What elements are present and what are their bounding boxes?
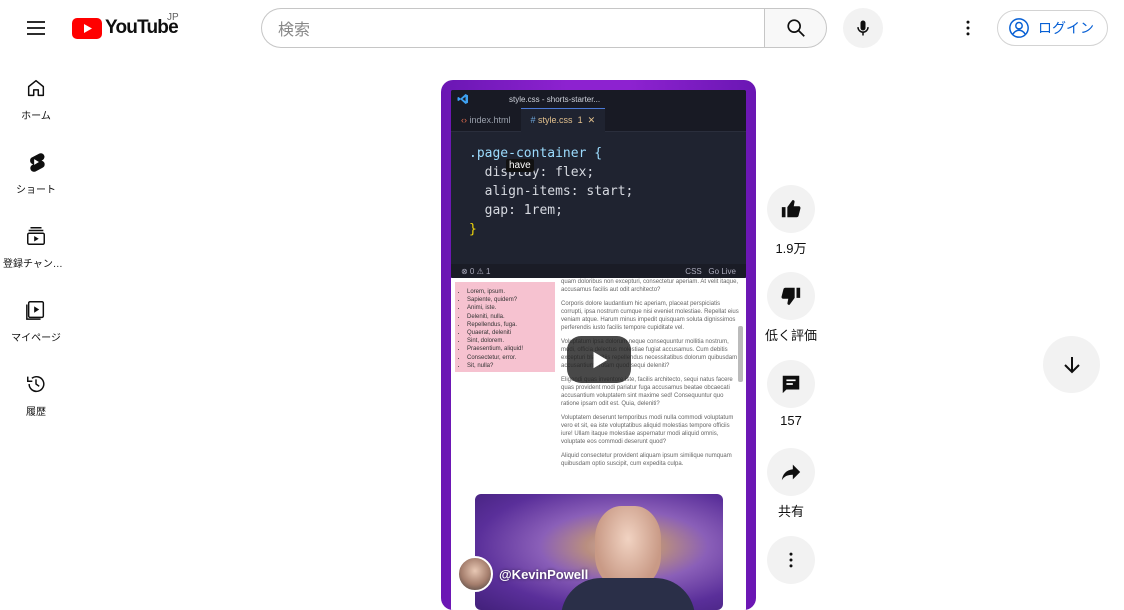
channel-avatar[interactable] bbox=[457, 556, 493, 592]
css-code-block: .page-container { display: flex; align-i… bbox=[469, 144, 633, 239]
code-line: gap: 1rem; bbox=[469, 203, 563, 218]
guide-menu-button[interactable] bbox=[20, 12, 52, 44]
search-button[interactable] bbox=[764, 8, 827, 48]
list-item: Quaerat, deleniti bbox=[467, 329, 551, 337]
code-line: align-items: start; bbox=[469, 184, 634, 199]
video-caption: have bbox=[506, 159, 534, 172]
list-item: Deleniti, nulla. bbox=[467, 313, 551, 321]
more-vertical-icon bbox=[789, 552, 793, 568]
paragraph: Corporis dolore laudantium hic aperiam, … bbox=[561, 301, 739, 331]
youtube-logo[interactable]: YouTube bbox=[72, 16, 179, 40]
list-item: Repellendus, fuga. bbox=[467, 321, 551, 329]
microphone-icon bbox=[857, 20, 869, 36]
more-actions-button[interactable] bbox=[767, 536, 815, 584]
list-item: Sint, dolorem. bbox=[467, 337, 551, 345]
like-count: 1.9万 bbox=[775, 241, 807, 256]
account-circle-icon bbox=[1009, 18, 1029, 38]
list-item: Consectetur, error. bbox=[467, 354, 551, 362]
channel-link[interactable]: @KevinPowell bbox=[457, 556, 588, 592]
list-item: Animi, iste. bbox=[467, 304, 551, 312]
masthead: YouTube JP 検索 ログイン bbox=[0, 0, 1124, 56]
thumbs-up-icon bbox=[781, 200, 801, 218]
shorts-icon bbox=[24, 150, 48, 174]
channel-name[interactable]: @KevinPowell bbox=[499, 567, 588, 582]
go-live-label: Go Live bbox=[708, 266, 736, 276]
language-mode: CSS bbox=[685, 266, 702, 276]
comments-action: 157 bbox=[767, 360, 815, 428]
sidebar-item-shorts[interactable]: ショート bbox=[0, 130, 72, 202]
more-actions bbox=[767, 536, 815, 584]
editor-tab-style-css: # style.css 1 ✕ bbox=[520, 107, 606, 132]
login-label: ログイン bbox=[1038, 20, 1094, 36]
page-scrollbar bbox=[738, 326, 743, 382]
sidebar-item-label: ホーム bbox=[21, 111, 51, 122]
comment-count: 157 bbox=[780, 413, 802, 428]
paragraph: quam doloribus non excepturi, consectetu… bbox=[561, 279, 739, 293]
like-action: 1.9万 bbox=[767, 185, 815, 257]
search-input[interactable]: 検索 bbox=[261, 8, 764, 48]
thumbs-down-icon bbox=[781, 287, 801, 305]
list-item: Praesentium, aliquid! bbox=[467, 345, 551, 353]
video-frame-code-editor: style.css - shorts-starter... ‹› index.h… bbox=[451, 90, 746, 278]
share-arrow-icon bbox=[781, 464, 801, 481]
sidebar-item-history[interactable]: 履歴 bbox=[0, 352, 72, 424]
sidebar-item-library[interactable]: マイページ bbox=[0, 278, 72, 350]
code-line: .page-container { bbox=[469, 146, 603, 161]
sidebar-item-label: マイページ bbox=[11, 333, 61, 344]
comments-button[interactable] bbox=[767, 360, 815, 408]
list-item: Lorem, ipsum. bbox=[467, 288, 551, 296]
settings-menu-button[interactable] bbox=[952, 12, 984, 44]
hamburger-icon bbox=[27, 21, 45, 35]
like-button[interactable] bbox=[767, 185, 815, 233]
voice-search-button[interactable] bbox=[843, 8, 883, 48]
search-icon bbox=[786, 19, 805, 37]
sidebar-item-label: 登録チャンネル bbox=[3, 259, 69, 270]
youtube-play-logo-icon bbox=[72, 17, 102, 39]
sidebar-item-subscriptions[interactable]: 登録チャンネル bbox=[0, 204, 72, 276]
editor-status-bar: ⊗ 0 ⚠ 1 CSS Go Live bbox=[451, 264, 746, 278]
comment-icon bbox=[782, 375, 800, 394]
library-icon bbox=[24, 298, 48, 322]
next-video-button[interactable] bbox=[1043, 336, 1100, 393]
home-icon bbox=[24, 76, 48, 100]
paragraph: Voluptatem deserunt temporibus modi null… bbox=[561, 415, 734, 445]
sidebar-item-home[interactable]: ホーム bbox=[0, 56, 72, 128]
share-button[interactable] bbox=[767, 448, 815, 496]
sidebar-item-label: 履歴 bbox=[26, 407, 46, 418]
vscode-logo-icon bbox=[457, 94, 468, 104]
play-icon bbox=[593, 351, 608, 368]
region-code: JP bbox=[167, 12, 179, 23]
share-label: 共有 bbox=[777, 504, 804, 519]
presenter-facecam bbox=[475, 494, 723, 610]
login-button[interactable]: ログイン bbox=[997, 10, 1108, 46]
share-action: 共有 bbox=[767, 448, 815, 520]
presenter-face bbox=[595, 506, 661, 588]
sidebar-item-label: ショート bbox=[16, 185, 56, 196]
dislike-label: 低く評価 bbox=[765, 328, 818, 343]
editor-window-title: style.css - shorts-starter... bbox=[509, 94, 601, 104]
history-icon bbox=[24, 372, 48, 396]
code-line: } bbox=[469, 222, 477, 237]
pink-list-box: Lorem, ipsum. Sapiente, quidem? Animi, i… bbox=[455, 282, 555, 372]
list-item: Sit, nulla? bbox=[467, 362, 551, 370]
paragraph: Aliquid consectetur provident aliquam ip… bbox=[561, 453, 732, 467]
editor-tab-index-html: ‹› index.html bbox=[461, 114, 511, 125]
problems-count: ⊗ 0 ⚠ 1 bbox=[461, 266, 491, 276]
dislike-button[interactable] bbox=[767, 272, 815, 320]
play-button[interactable] bbox=[567, 336, 631, 383]
subscriptions-icon bbox=[24, 224, 48, 248]
arrow-down-icon bbox=[1063, 356, 1080, 373]
search-placeholder: 検索 bbox=[278, 22, 311, 39]
editor-title-bar: style.css - shorts-starter... bbox=[451, 90, 746, 108]
list-item: Sapiente, quidem? bbox=[467, 296, 551, 304]
more-vertical-icon bbox=[966, 20, 970, 36]
editor-tabs: ‹› index.html # style.css 1 ✕ bbox=[451, 107, 746, 132]
dislike-action: 低く評価 bbox=[765, 272, 818, 344]
